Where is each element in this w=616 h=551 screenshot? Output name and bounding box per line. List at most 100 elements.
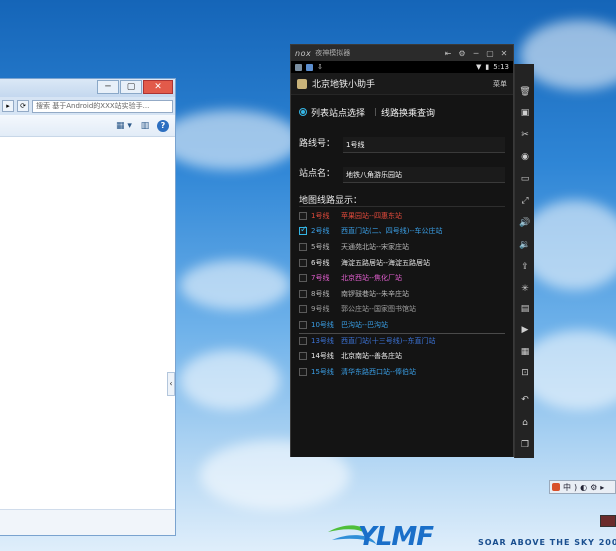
taskbar-app-icon[interactable] (600, 515, 616, 527)
minimize-button[interactable]: ─ (97, 80, 119, 94)
nox-maximize-button[interactable]: ▢ (485, 49, 495, 58)
station-label: 站点名： (299, 169, 336, 179)
android-statusbar: ⇩ ▼ ▮ 5:13 (291, 61, 513, 73)
volume-down-icon[interactable]: 🔉 (519, 239, 531, 251)
line-label: 路线号： (299, 139, 336, 149)
checkbox-unchecked[interactable] (299, 352, 307, 361)
nox-minimize-button[interactable]: ─ (471, 49, 481, 58)
explorer-toolbar: ▦ ▾ ▥ ? (0, 115, 175, 137)
nox-keymap-icon[interactable]: ⇤ (443, 49, 453, 58)
scissors-icon[interactable]: ✂ (519, 129, 531, 141)
line-name: 1号线 (311, 211, 330, 220)
volume-up-icon[interactable]: 🔊 (519, 217, 531, 229)
line-name: 5号线 (311, 242, 330, 251)
line-list-item[interactable]: 9号线 郭公庄站--国家图书馆站 (299, 302, 505, 318)
close-button[interactable]: ✕ (143, 80, 173, 94)
trash-icon[interactable]: 🗑 (519, 86, 531, 98)
explorer-statusbar (0, 509, 175, 535)
toolbox-icon[interactable]: ▦ (519, 346, 531, 358)
line-stations: 清华东路西口站--俸伯站 (341, 367, 417, 376)
line-input[interactable]: 1号线 (343, 137, 505, 153)
line-list-item[interactable]: 2号线 西直门站(二、四号线)--车公庄站 (299, 224, 505, 240)
app-content: 列表站点选择 线路换乘查询 路线号： 1号线 站点名： 地铁八角游乐园站 地图线… (291, 95, 513, 384)
status-time: 5:13 (493, 63, 509, 71)
checkbox-unchecked[interactable] (299, 289, 307, 298)
fullscreen-icon[interactable]: ⤢ (519, 195, 531, 207)
line-name: 9号线 (311, 305, 330, 314)
location-icon[interactable]: ◉ (519, 151, 531, 163)
line-list-item[interactable]: 15号线 清华东路西口站--俸伯站 (299, 364, 505, 380)
refresh-button[interactable]: ⟳ (17, 100, 29, 112)
checkbox-unchecked[interactable] (299, 337, 307, 346)
nox-settings-icon[interactable]: ⚙ (457, 49, 467, 58)
multi-window-icon[interactable]: ▤ (519, 303, 531, 315)
line-name: 13号线 (311, 337, 334, 346)
app-title: 北京地铁小助手 (312, 80, 376, 90)
line-name: 10号线 (311, 320, 334, 329)
maximize-button[interactable]: ▢ (120, 80, 142, 94)
screen-icon[interactable]: ▭ (519, 173, 531, 185)
explorer-content: ‹ (0, 137, 175, 535)
line-list: 1号线 苹果园站--四惠东站 2号线 西直门站(二、四号线)--车公庄站 5号线 天通苑北… (299, 208, 505, 380)
station-input[interactable]: 地铁八角游乐园站 (343, 167, 505, 183)
line-list-item[interactable]: 14号线 北京南站--善各庄站 (299, 348, 505, 364)
battery-icon: ▮ (485, 63, 490, 71)
checkbox-unchecked[interactable] (299, 274, 307, 283)
line-name: 7号线 (311, 274, 330, 283)
checkbox-unchecked[interactable] (299, 258, 307, 267)
record-icon[interactable]: ▶ (519, 324, 531, 336)
home-icon[interactable]: ⌂ (519, 417, 531, 429)
line-name: 15号线 (311, 367, 334, 376)
ime-mode-label[interactable]: 中 (563, 482, 571, 493)
line-list-item[interactable]: 10号线 巴沟站--巴沟站 (299, 317, 505, 333)
radio-list-select[interactable]: 列表站点选择 (299, 106, 365, 119)
checkbox-unchecked[interactable] (299, 367, 307, 376)
view-options-icon[interactable]: ▦ ▾ (115, 120, 133, 132)
help-icon[interactable]: ? (157, 120, 169, 132)
nox-close-button[interactable]: ✕ (499, 49, 509, 58)
search-input[interactable]: 搜索 基于Android的XXX站实验手... (32, 99, 173, 113)
screenshot-icon[interactable]: ⊡ (519, 367, 531, 379)
history-dropdown-button[interactable]: ▸ (2, 100, 14, 112)
shake-icon[interactable]: ✳ (519, 283, 531, 295)
line-field-row: 路线号： 1号线 (299, 123, 505, 153)
back-icon[interactable]: ↶ (519, 394, 531, 406)
tray-settings-icon[interactable]: ⚙ (590, 483, 597, 492)
download-icon: ⇩ (317, 63, 323, 71)
nox-sidebar: 🗑 ▣ ✂ ◉ ▭ ⤢ 🔊 🔉 ⇪ ✳ ▤ ▶ ▦ ⊡ ↶ ⌂ ❐ (514, 64, 534, 458)
line-list-item[interactable]: 5号线 天通苑北站--宋家庄站 (299, 239, 505, 255)
line-stations: 西直门站(十三号线)--东直门站 (341, 337, 436, 346)
line-stations: 北京南站--善各庄站 (341, 352, 403, 361)
moon-icon[interactable]: ◐ (580, 483, 587, 492)
checkbox-checked[interactable] (299, 225, 308, 236)
punct-icon[interactable]: ) (574, 483, 577, 492)
preview-pane-icon[interactable]: ▥ (139, 120, 151, 132)
android-screen: ⇩ ▼ ▮ 5:13 北京地铁小助手 菜单 列表站点选择 线路换乘查询 路线号：… (291, 61, 513, 457)
explorer-window: ─ ▢ ✕ ▸ ⟳ 搜索 基于Android的XXX站实验手... ▦ ▾ ▥ … (0, 78, 176, 536)
ylmf-brand-text: YLMF (358, 522, 434, 551)
apk-icon[interactable]: ▣ (519, 107, 531, 119)
menu-button[interactable]: 菜单 (493, 79, 507, 89)
line-stations: 海淀五路居站--海淀五路居站 (341, 258, 431, 267)
collapse-pane-handle[interactable]: ‹ (167, 372, 175, 396)
app-icon (297, 78, 307, 89)
checkbox-unchecked[interactable] (299, 242, 307, 251)
tray-arrow-icon[interactable]: ▸ (600, 483, 604, 492)
sogou-icon[interactable] (552, 483, 560, 491)
checkbox-unchecked[interactable] (299, 320, 307, 329)
checkbox-unchecked[interactable] (299, 305, 307, 314)
line-list-item[interactable]: 6号线 海淀五路居站--海淀五路居站 (299, 255, 505, 271)
radio-unchecked-icon (375, 108, 377, 116)
mode-radio-group: 列表站点选择 线路换乘查询 (299, 101, 505, 123)
recent-icon[interactable]: ❐ (519, 439, 531, 451)
line-list-item[interactable]: 8号线 南锣鼓巷站--朱辛庄站 (299, 286, 505, 302)
upload-icon[interactable]: ⇪ (519, 261, 531, 273)
line-list-item[interactable]: 13号线 西直门站(十三号线)--东直门站 (299, 332, 505, 349)
radio-route-query[interactable]: 线路换乘查询 (375, 106, 435, 119)
line-list-item[interactable]: 1号线 苹果园站--四惠东站 (299, 208, 505, 224)
line-list-item[interactable]: 7号线 北京西站--焦化厂站 (299, 270, 505, 286)
radio-checked-icon (299, 108, 307, 116)
checkbox-unchecked[interactable] (299, 211, 307, 220)
explorer-titlebar: ─ ▢ ✕ (0, 79, 175, 97)
line-stations: 苹果园站--四惠东站 (341, 211, 403, 220)
